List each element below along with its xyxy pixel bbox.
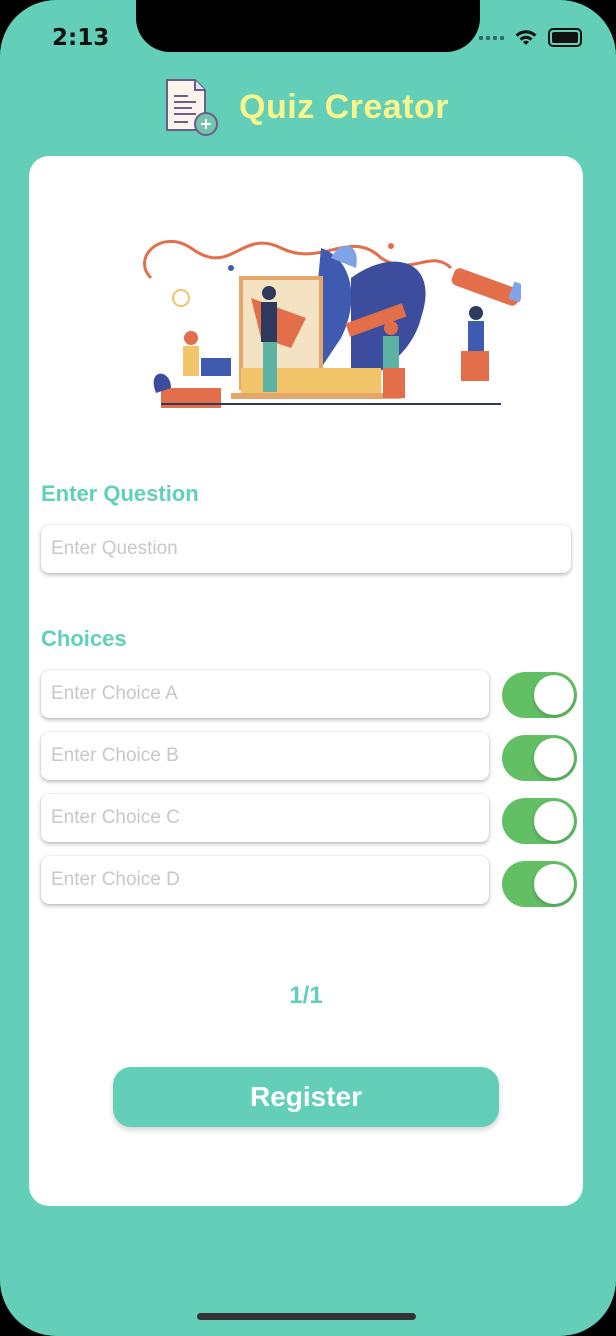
choice-c-field[interactable] xyxy=(41,794,489,842)
choices-label: Choices xyxy=(41,626,127,651)
toggle-knob xyxy=(534,864,574,904)
wifi-icon xyxy=(515,29,537,45)
register-button[interactable]: Register xyxy=(113,1067,499,1127)
choice-a-input[interactable] xyxy=(41,670,489,718)
question-field[interactable] xyxy=(41,525,571,573)
team-illustration xyxy=(143,240,521,408)
toggle-knob xyxy=(534,738,574,778)
document-add-icon xyxy=(166,79,218,136)
quiz-form-card: Enter Question Choices 1/1 Register xyxy=(29,156,583,1206)
toggle-knob xyxy=(534,675,574,715)
device-notch xyxy=(136,0,480,52)
choice-c-input[interactable] xyxy=(41,794,489,842)
app-screen: 2:13 Quiz Creator Enter Question Enter Q… xyxy=(0,0,616,1336)
battery-icon xyxy=(548,28,582,47)
choice-d-field[interactable] xyxy=(41,856,489,904)
choice-b-input[interactable] xyxy=(41,732,489,780)
question-input[interactable] xyxy=(41,525,571,573)
page-indicator: 1/1 xyxy=(289,982,323,1009)
choice-a-field[interactable] xyxy=(41,670,489,718)
choice-a-toggle[interactable] xyxy=(502,672,577,718)
choice-d-input[interactable] xyxy=(41,856,489,904)
signal-icon xyxy=(479,35,504,40)
toggle-knob xyxy=(534,801,574,841)
app-header: Quiz Creator xyxy=(165,78,449,136)
home-indicator[interactable] xyxy=(197,1313,416,1320)
choice-c-toggle[interactable] xyxy=(502,798,577,844)
choice-b-field[interactable] xyxy=(41,732,489,780)
question-label: Enter Question xyxy=(41,481,199,506)
status-icons xyxy=(479,28,582,47)
choice-b-toggle[interactable] xyxy=(502,735,577,781)
status-time: 2:13 xyxy=(52,25,110,51)
app-title: Quiz Creator xyxy=(239,87,450,126)
choice-d-toggle[interactable] xyxy=(502,861,577,907)
